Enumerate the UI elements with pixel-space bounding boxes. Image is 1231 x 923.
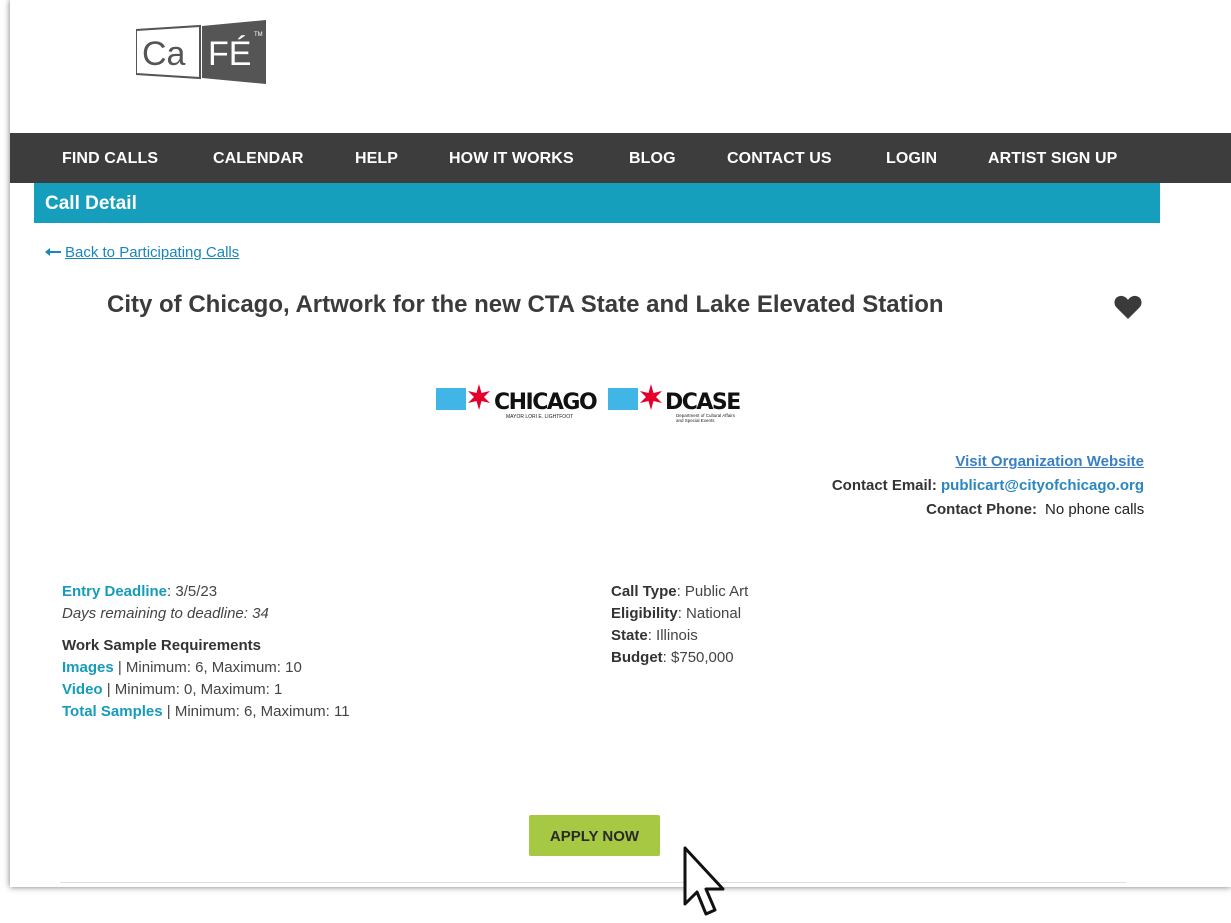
nav-how-it-works[interactable]: HOW IT WORKS: [449, 133, 574, 183]
heart-icon[interactable]: [1114, 295, 1142, 324]
contact-info: Visit Organization Website Contact Email…: [832, 450, 1144, 522]
state-label: State: [611, 627, 648, 644]
chicago-logo-subtext: MAYOR LORI E. LIGHTFOOT: [506, 414, 573, 420]
mouse-cursor-icon: [683, 846, 733, 923]
entry-deadline-label: Entry Deadline: [62, 583, 168, 600]
contact-email-label: Contact Email:: [831, 477, 937, 494]
state-value: : Illinois: [647, 627, 698, 644]
requirement-total-value: | Minimum: 6, Maximum: 11: [162, 703, 350, 720]
dcase-logo-text: DCASE: [665, 390, 740, 415]
organization-logos: CHICAGO MAYOR LORI E. LIGHTFOOT DCASE De…: [436, 380, 766, 428]
call-type: Call Type: Public Art: [611, 581, 748, 603]
back-link-label[interactable]: Back to Participating Calls: [65, 244, 239, 261]
deadline-and-requirements: Entry Deadline: 3/5/23 Days remaining to…: [62, 581, 350, 723]
requirement-video-label[interactable]: Video: [62, 681, 103, 698]
call-detail-header: Call Detail: [34, 183, 1160, 223]
back-to-calls-link[interactable]: Back to Participating Calls: [45, 244, 239, 261]
nav-contact-us[interactable]: CONTACT US: [727, 133, 832, 183]
requirement-images-label[interactable]: Images: [62, 659, 114, 676]
divider: [60, 882, 1126, 883]
contact-phone-label: Contact Phone:: [926, 501, 1037, 518]
call-type-value: : Public Art: [676, 583, 749, 600]
nav-artist-sign-up[interactable]: ARTIST SIGN UP: [988, 133, 1117, 183]
requirement-total-label[interactable]: Total Samples: [62, 703, 163, 720]
eligibility: Eligibility: National: [611, 603, 748, 625]
nav-login[interactable]: LOGIN: [886, 133, 937, 183]
entry-deadline-value: : 3/5/23: [167, 583, 218, 600]
svg-text:TM: TM: [254, 32, 263, 38]
requirement-video: Video | Minimum: 0, Maximum: 1: [62, 679, 350, 701]
budget-label: Budget: [611, 649, 663, 666]
dcase-logo-subtext-2: and Special Events: [676, 418, 715, 423]
logo-text-right: FÉ: [208, 35, 251, 73]
nav-find-calls[interactable]: FIND CALLS: [62, 133, 158, 183]
logo-text-left: Ca: [142, 35, 186, 73]
requirement-images-value: | Minimum: 6, Maximum: 10: [113, 659, 302, 676]
requirement-video-value: | Minimum: 0, Maximum: 1: [102, 681, 283, 698]
main-nav: FIND CALLS CALENDAR HELP HOW IT WORKS BL…: [10, 133, 1231, 183]
eligibility-label: Eligibility: [611, 605, 678, 622]
nav-calendar[interactable]: CALENDAR: [213, 133, 304, 183]
contact-phone-value: No phone calls: [1045, 501, 1144, 518]
apply-now-button[interactable]: APPLY NOW: [529, 815, 660, 856]
days-remaining: Days remaining to deadline: 34: [62, 605, 269, 622]
requirement-total-samples: Total Samples | Minimum: 6, Maximum: 11: [62, 701, 350, 723]
requirement-images: Images | Minimum: 6, Maximum: 10: [62, 657, 350, 679]
call-properties: Call Type: Public Art Eligibility: Natio…: [611, 581, 748, 669]
call-title: City of Chicago, Artwork for the new CTA…: [107, 291, 944, 318]
chicago-logo-text: CHICAGO: [494, 390, 597, 415]
nav-blog[interactable]: BLOG: [629, 133, 676, 183]
entry-deadline: Entry Deadline: 3/5/23: [62, 581, 350, 603]
page-title: Call Detail: [45, 193, 137, 214]
budget-value: : $750,000: [662, 649, 734, 666]
nav-help[interactable]: HELP: [355, 133, 398, 183]
requirements-heading: Work Sample Requirements: [62, 637, 261, 654]
arrow-left-icon: [45, 244, 61, 261]
state: State: Illinois: [611, 625, 748, 647]
budget: Budget: $750,000: [611, 647, 748, 669]
call-type-label: Call Type: [611, 583, 677, 600]
contact-email-link[interactable]: publicart@cityofchicago.org: [941, 477, 1144, 494]
eligibility-value: : National: [677, 605, 742, 622]
cafe-logo[interactable]: Ca FÉ TM: [136, 20, 268, 84]
visit-website-link[interactable]: Visit Organization Website: [955, 453, 1144, 470]
